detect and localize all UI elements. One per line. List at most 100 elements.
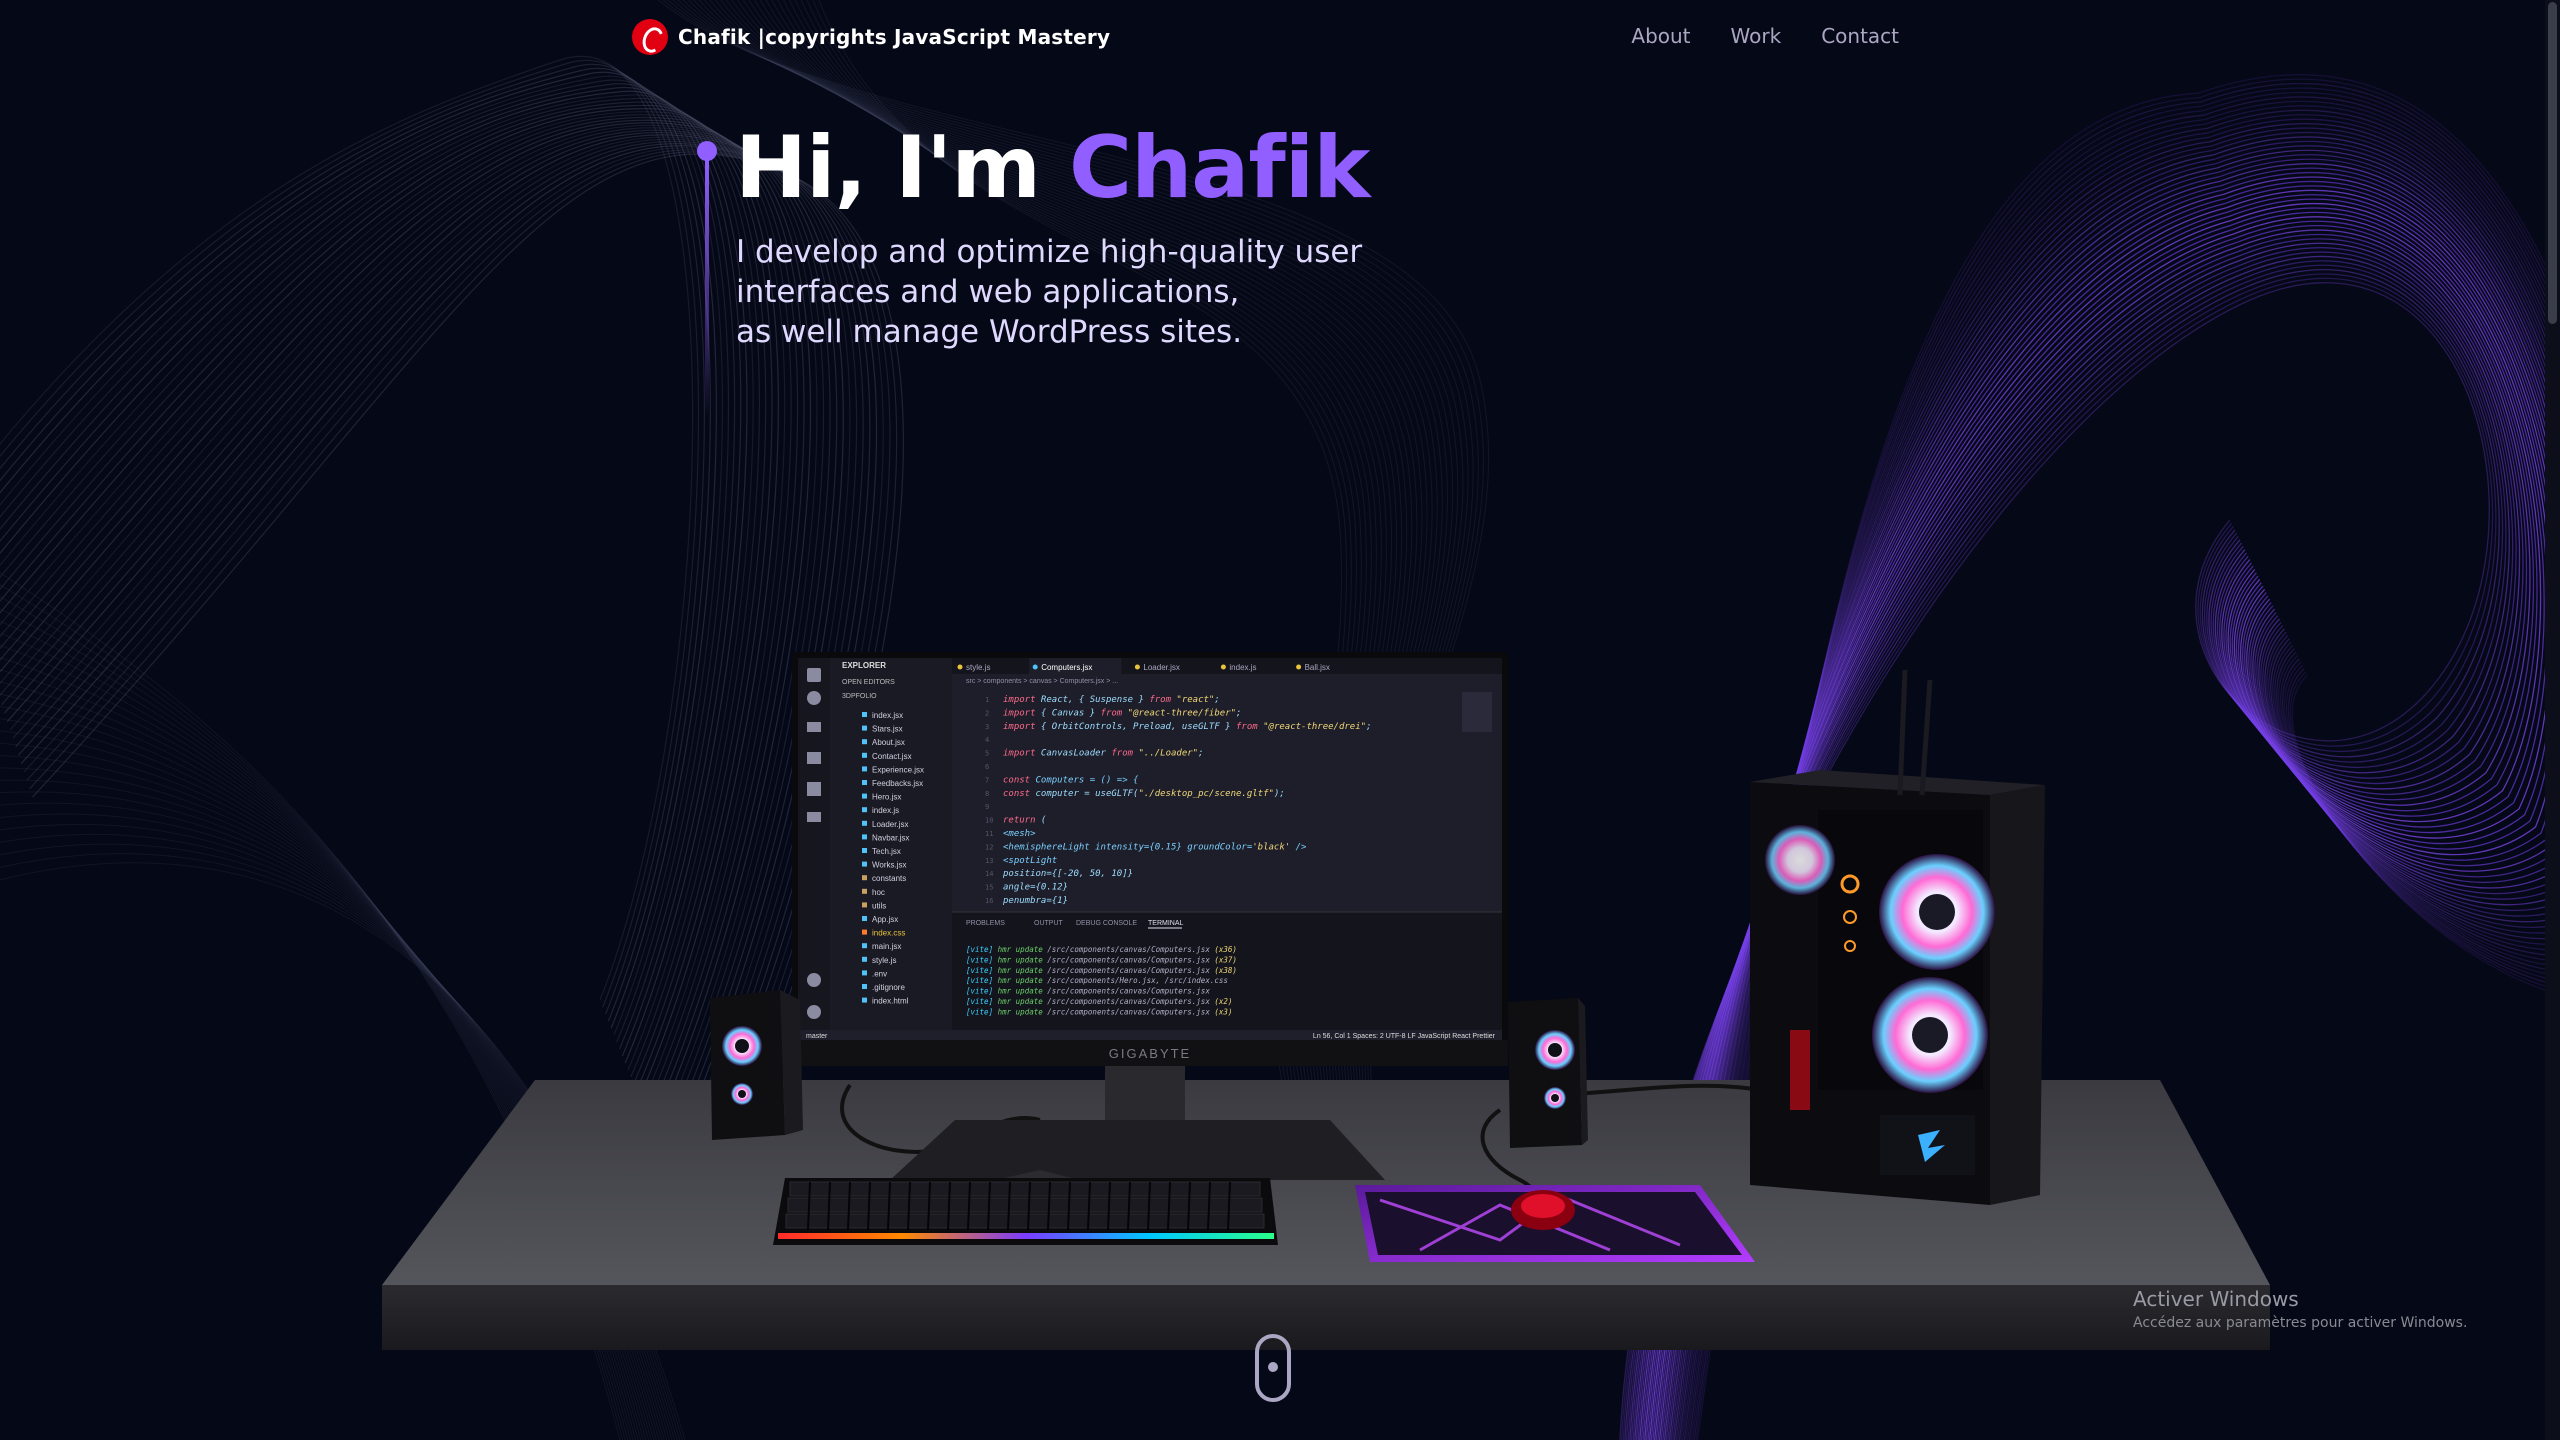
file-tree-item: hoc: [872, 888, 885, 897]
svg-text:src > components > canvas > Co: src > components > canvas > Computers.js…: [966, 678, 1118, 685]
vscode-screen: EXPLORER OPEN EDITORS 3DPFOLIO index.jsx…: [798, 658, 1502, 1040]
file-tree-item: Loader.jsx: [872, 820, 908, 829]
file-tree-item: utils: [872, 901, 886, 910]
desk-front: [382, 1285, 2270, 1350]
editor-tab: style.js: [966, 663, 990, 672]
file-tree-item: About.jsx: [872, 738, 905, 747]
hero-greeting: Hi, I'm: [735, 118, 1069, 218]
file-tree-item: constants: [872, 874, 906, 883]
svg-text:OPEN EDITORS: OPEN EDITORS: [842, 679, 895, 686]
page-scrollbar[interactable]: [2545, 0, 2560, 1440]
terminal-line: [vite] hmr update /src/components/canvas…: [966, 966, 1237, 975]
left-speaker: [710, 990, 803, 1140]
right-speaker: [1508, 998, 1588, 1148]
terminal-line: [vite] hmr update /src/components/canvas…: [966, 1007, 1232, 1016]
keyboard: [773, 1178, 1278, 1245]
code-line: const Computers = () => {: [1003, 775, 1139, 785]
svg-text:TERMINAL: TERMINAL: [1148, 920, 1184, 927]
file-tree-item: main.jsx: [872, 942, 901, 951]
code-line: import { Canvas } from "@react-three/fib…: [1003, 708, 1241, 718]
watermark-title: Activer Windows: [2133, 1287, 2299, 1311]
nav-link-contact[interactable]: Contact: [1821, 24, 1899, 48]
line-number: 7: [985, 776, 989, 784]
file-tree-item: Works.jsx: [872, 861, 907, 870]
mouse: [1511, 1190, 1575, 1230]
file-tree-item: .env: [872, 969, 887, 978]
line-number: 13: [985, 857, 993, 865]
navbar: Chafik |copyrights JavaScript Mastery Ab…: [0, 0, 2545, 78]
file-tree-item: .gitignore: [872, 983, 905, 992]
nav-links: About Work Contact: [1631, 24, 1899, 48]
windows-activation-watermark: Activer Windows Accédez aux paramètres p…: [2133, 1287, 2467, 1331]
terminal-line: [vite] hmr update /src/components/canvas…: [966, 955, 1237, 964]
hero-accent-line: [705, 160, 709, 420]
line-number: 5: [985, 750, 989, 758]
status-bar-info: Ln 56, Col 1 Spaces: 2 UTF-8 LF JavaScri…: [1313, 1033, 1496, 1040]
status-bar-branch: master: [806, 1033, 828, 1040]
watermark-subtitle: Accédez aux paramètres pour activer Wind…: [2133, 1315, 2468, 1331]
code-line: return (: [1003, 816, 1046, 826]
line-number: 3: [985, 723, 989, 731]
code-line: <hemisphereLight intensity={0.15} ground…: [1003, 842, 1307, 852]
svg-text:3DPFOLIO: 3DPFOLIO: [842, 693, 877, 700]
file-tree-item: Contact.jsx: [872, 752, 912, 761]
svg-text:PROBLEMS: PROBLEMS: [966, 920, 1005, 927]
file-tree-item: style.js: [872, 956, 896, 965]
file-tree-item: Tech.jsx: [872, 847, 901, 856]
line-number: 9: [985, 803, 989, 811]
scroll-down-indicator[interactable]: [1255, 1334, 1291, 1402]
svg-text:OUTPUT: OUTPUT: [1034, 920, 1064, 927]
line-number: 1: [985, 696, 989, 704]
hero-accent-dot: [697, 141, 717, 161]
nav-link-about[interactable]: About: [1631, 24, 1690, 48]
terminal-output: [vite] hmr update /src/components/canvas…: [966, 945, 1237, 1016]
code-line: const computer = useGLTF("./desktop_pc/s…: [1003, 789, 1285, 799]
terminal-line: [vite] hmr update /src/components/canvas…: [966, 997, 1232, 1006]
editor-tab: Loader.jsx: [1143, 663, 1179, 672]
code-line: import { OrbitControls, Preload, useGLTF…: [1003, 722, 1371, 732]
file-tree-item: index.css: [872, 929, 905, 938]
editor-tab: Computers.jsx: [1041, 663, 1092, 672]
nav-link-work[interactable]: Work: [1731, 24, 1782, 48]
code-line: penumbra={1}: [1002, 896, 1068, 906]
hero-subtitle: I develop and optimize high-quality user…: [736, 232, 1456, 352]
pc-tower: [1750, 669, 2045, 1205]
code-line: import React, { Suspense } from "react";: [1003, 695, 1220, 705]
svg-text:EXPLORER: EXPLORER: [842, 661, 886, 670]
file-tree-item: Experience.jsx: [872, 765, 924, 774]
brand-logo-icon: [632, 19, 668, 55]
code-line: import CanvasLoader from "../Loader";: [1003, 749, 1204, 759]
line-number: 2: [985, 709, 989, 717]
file-tree-item: Feedbacks.jsx: [872, 779, 923, 788]
file-tree-item: index.jsx: [872, 711, 903, 720]
monitor-base: [890, 1120, 1385, 1180]
line-number: 12: [985, 843, 993, 851]
line-number: 10: [985, 817, 993, 825]
scroll-dot: [1268, 1362, 1278, 1372]
hero-subtitle-line: as well manage WordPress sites.: [736, 314, 1243, 350]
hero-subtitle-line: I develop and optimize high-quality user: [736, 234, 1363, 270]
terminal-line: [vite] hmr update /src/components/Hero.j…: [966, 976, 1228, 985]
file-tree-item: index.html: [872, 997, 909, 1006]
code-line: angle={0.12}: [1003, 883, 1068, 893]
terminal-line: [vite] hmr update /src/components/canvas…: [966, 987, 1210, 996]
line-number: 8: [985, 790, 989, 798]
hero-subtitle-line: interfaces and web applications,: [736, 274, 1240, 310]
line-number: 15: [985, 884, 993, 892]
brand-name: Chafik |copyrights JavaScript Mastery: [678, 25, 1111, 49]
line-number: 16: [985, 897, 993, 905]
hero-title: Hi, I'm Chafik: [735, 118, 1370, 218]
file-tree-item: Stars.jsx: [872, 725, 903, 734]
brand-link[interactable]: Chafik |copyrights JavaScript Mastery: [632, 19, 1110, 55]
editor-tab: Ball.jsx: [1305, 663, 1330, 672]
code-line: position={[-20, 50, 10]}: [1002, 869, 1133, 879]
monitor-brand-label: GIGABYTE: [1109, 1046, 1191, 1061]
line-number: 14: [985, 870, 993, 878]
file-tree-item: Navbar.jsx: [872, 833, 909, 842]
line-number: 11: [985, 830, 993, 838]
line-number: 4: [985, 736, 989, 744]
terminal-line: [vite] hmr update /src/components/canvas…: [966, 945, 1237, 954]
file-tree-item: App.jsx: [872, 915, 898, 924]
scrollbar-thumb[interactable]: [2548, 2, 2557, 324]
code-line: <mesh>: [1003, 829, 1036, 839]
